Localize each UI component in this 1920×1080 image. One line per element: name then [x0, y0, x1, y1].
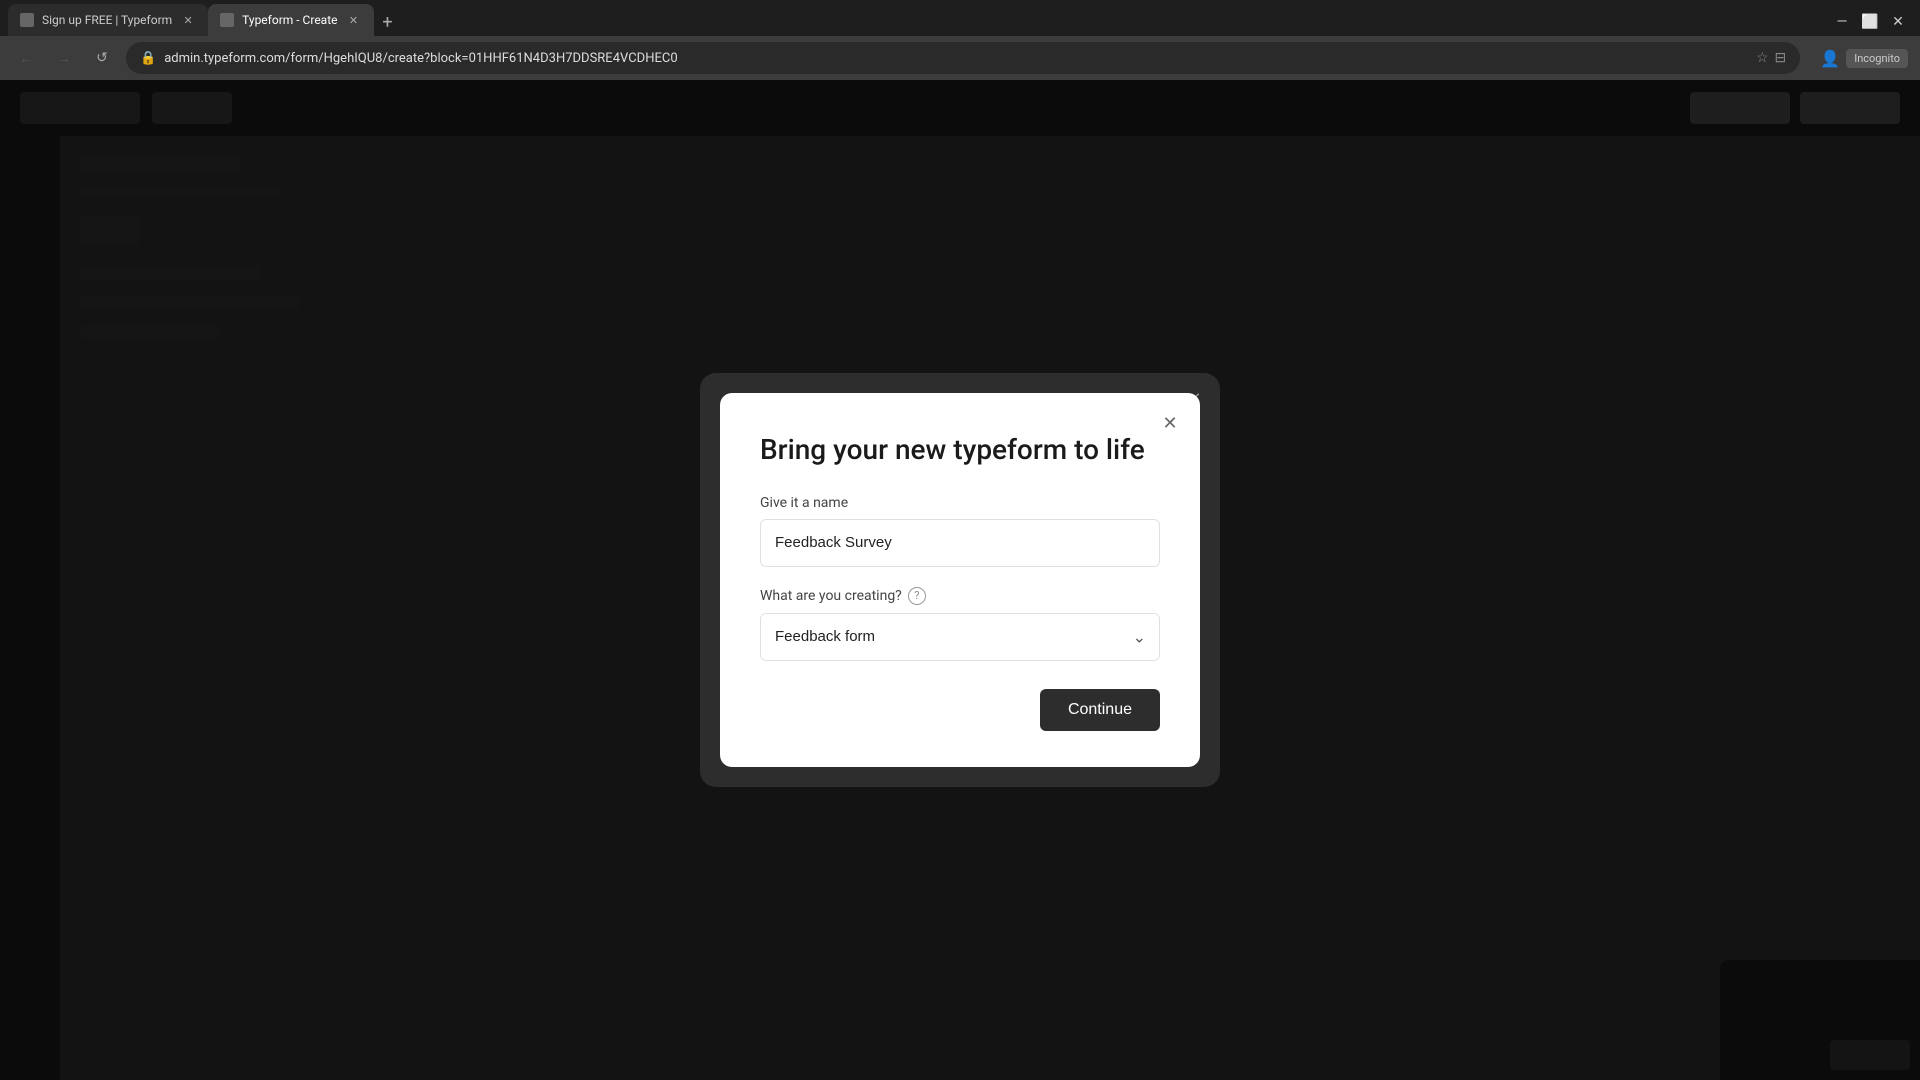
lock-icon: 🔒 [140, 51, 156, 66]
browser-actions: 👤 Incognito [1820, 49, 1908, 68]
address-bar-icons: ☆ ⊟ [1756, 50, 1786, 66]
address-bar-row: ← → ↺ 🔒 admin.typeform.com/form/HgehIQU8… [0, 36, 1920, 80]
bookmark-icon[interactable]: ☆ [1756, 50, 1769, 66]
tab-1-title: Sign up FREE | Typeform [42, 13, 172, 27]
modal-close-button[interactable]: ✕ [1156, 409, 1184, 437]
continue-label: Continue [1068, 701, 1132, 718]
name-form-group: Give it a name [760, 495, 1160, 567]
type-select-wrapper: Feedback form Survey Quiz Registration f… [760, 613, 1160, 661]
type-label-row: What are you creating? ? [760, 587, 1160, 605]
name-input[interactable] [760, 519, 1160, 567]
profile-icon[interactable]: 👤 [1820, 49, 1840, 68]
modal-close-icon: ✕ [1162, 413, 1177, 434]
modal-title: Bring your new typeform to life [760, 433, 1160, 467]
reload-button[interactable]: ↺ [88, 44, 116, 72]
name-label: Give it a name [760, 495, 1160, 511]
url-display: admin.typeform.com/form/HgehIQU8/create?… [164, 51, 1748, 66]
back-button[interactable]: ← [12, 44, 40, 72]
incognito-badge: Incognito [1846, 49, 1908, 68]
address-bar[interactable]: 🔒 admin.typeform.com/form/HgehIQU8/creat… [126, 42, 1800, 74]
tab-1[interactable]: Sign up FREE | Typeform ✕ [8, 4, 208, 36]
tab-strip: Sign up FREE | Typeform ✕ Typeform - Cre… [0, 0, 1920, 36]
tab-1-close[interactable]: ✕ [180, 12, 196, 28]
type-form-group: What are you creating? ? Feedback form S… [760, 587, 1160, 661]
sidebar-icon[interactable]: ⊟ [1775, 50, 1787, 66]
tab-1-favicon [20, 13, 34, 27]
tab-2-close[interactable]: ✕ [346, 12, 362, 28]
type-select-container: Feedback form Survey Quiz Registration f… [760, 613, 1160, 661]
type-label: What are you creating? [760, 588, 902, 604]
minimize-button[interactable]: — [1828, 8, 1856, 36]
close-button[interactable]: ✕ [1884, 8, 1912, 36]
new-tab-button[interactable]: + [374, 8, 402, 36]
modal-outer-container: ✕ ✕ Bring your new typeform to life Give… [700, 373, 1220, 787]
tab-2-favicon [220, 13, 234, 27]
type-select[interactable]: Feedback form Survey Quiz Registration f… [760, 613, 1160, 661]
help-icon[interactable]: ? [908, 587, 926, 605]
modal-backdrop: ✕ ✕ Bring your new typeform to life Give… [0, 80, 1920, 1080]
continue-button[interactable]: Continue [1040, 689, 1160, 731]
forward-button[interactable]: → [50, 44, 78, 72]
maximize-button[interactable]: ⬜ [1856, 8, 1884, 36]
modal-footer: Continue [760, 689, 1160, 731]
browser-frame: Sign up FREE | Typeform ✕ Typeform - Cre… [0, 0, 1920, 1080]
modal-dialog: ✕ Bring your new typeform to life Give i… [720, 393, 1200, 767]
tab-2-title: Typeform - Create [242, 13, 337, 27]
page-content: ✕ ✕ Bring your new typeform to life Give… [0, 80, 1920, 1080]
tab-2[interactable]: Typeform - Create ✕ [208, 4, 373, 36]
